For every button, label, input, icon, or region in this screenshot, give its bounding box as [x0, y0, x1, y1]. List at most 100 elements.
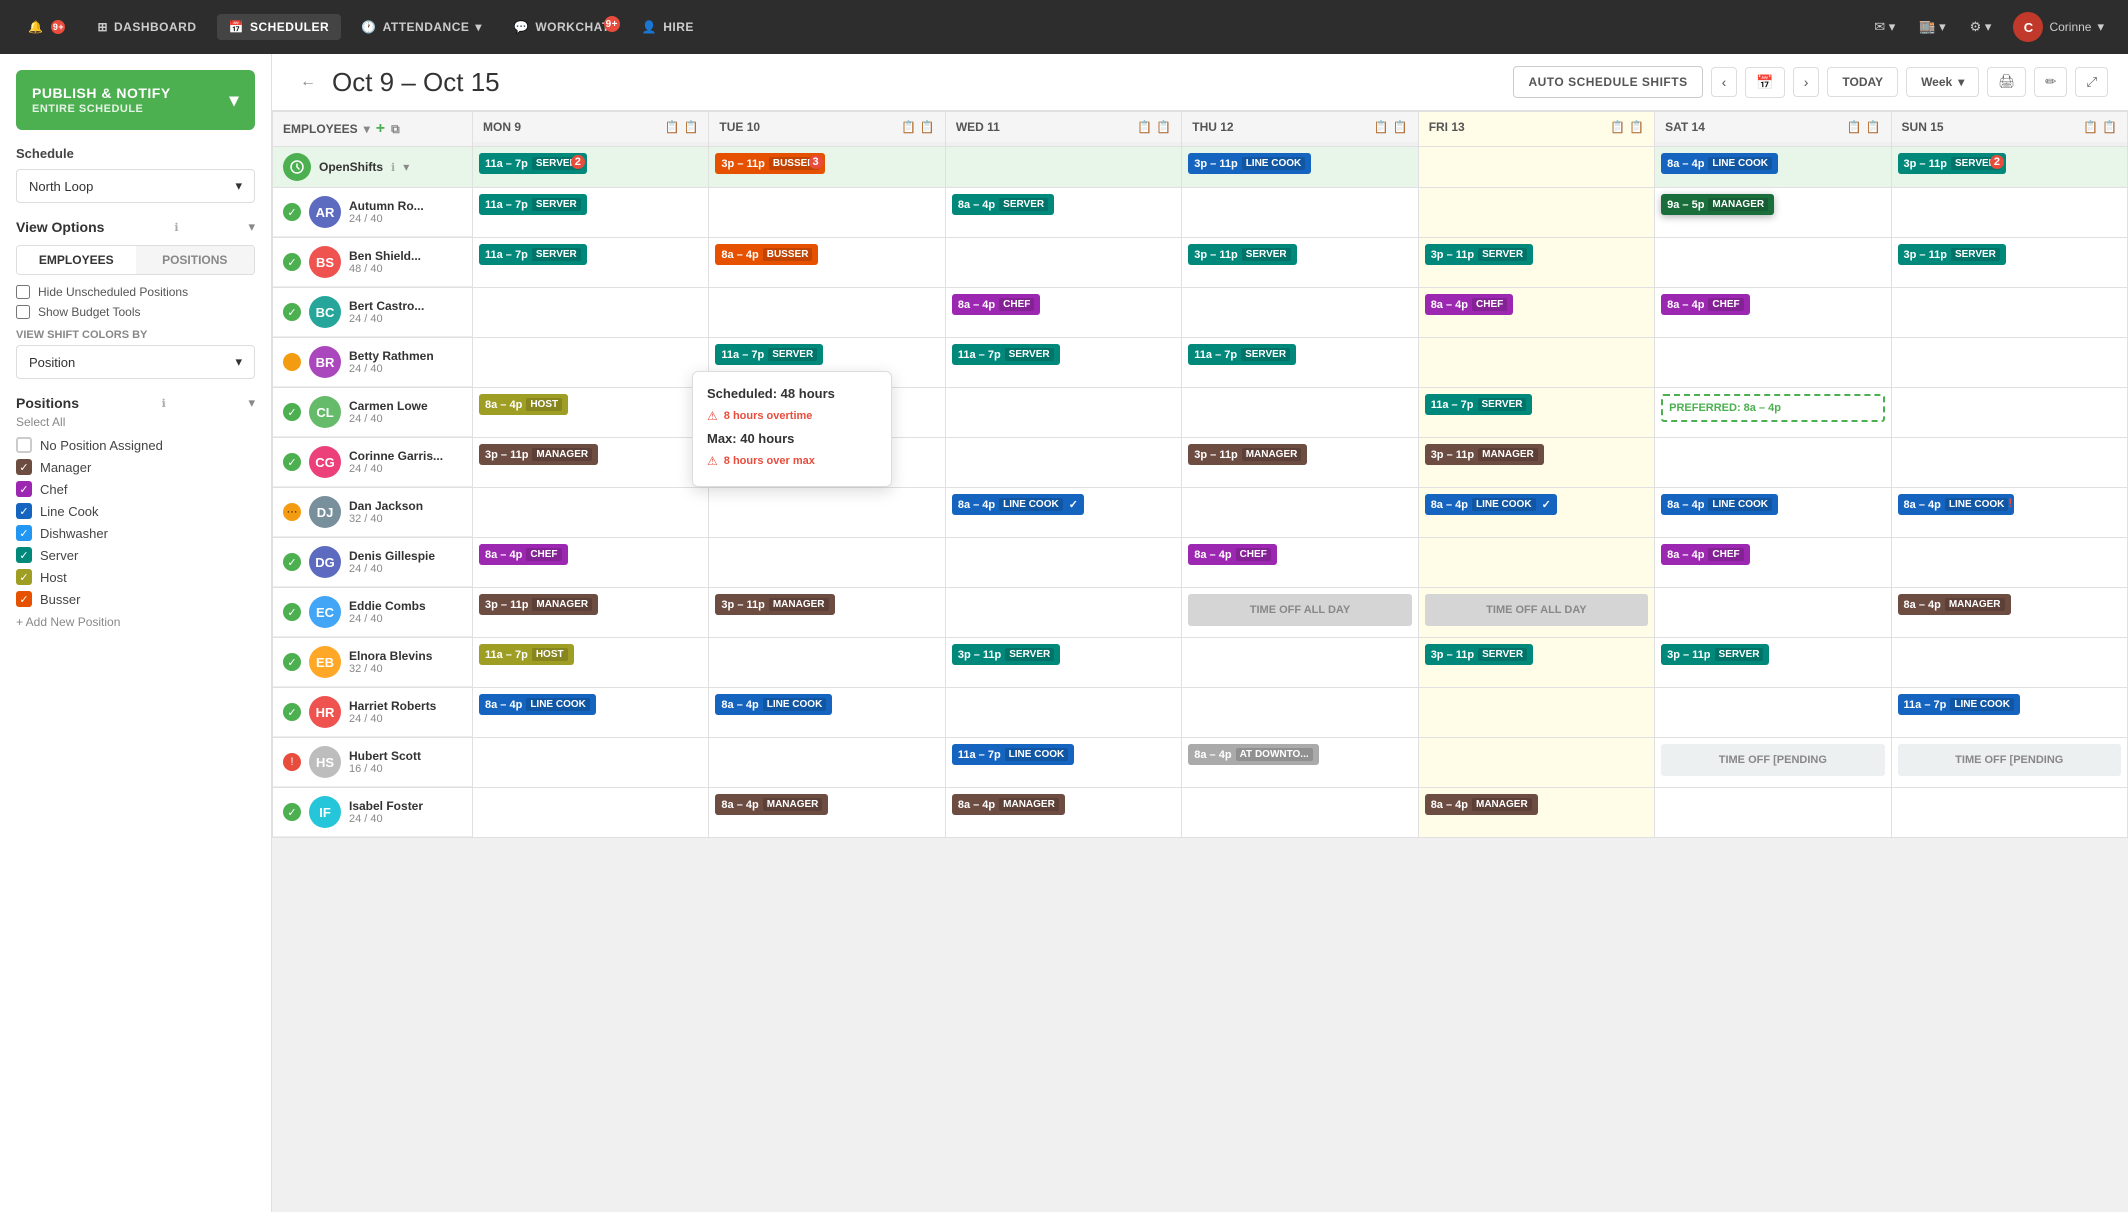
shift-chip[interactable]: 8a – 4p LINE COOK — [1661, 494, 1778, 515]
isabel-mon[interactable] — [473, 788, 709, 838]
position-manager[interactable]: ✓ Manager — [16, 459, 255, 475]
autumn-fri[interactable] — [1418, 188, 1654, 238]
shift-chip[interactable]: 3p – 11p MANAGER — [1425, 444, 1544, 465]
copy-day-icon[interactable]: 📋 — [665, 120, 680, 134]
prev-week-button[interactable]: ‹ — [1711, 67, 1738, 97]
manager-checkbox[interactable]: ✓ — [16, 459, 32, 475]
dishwasher-checkbox[interactable]: ✓ — [16, 525, 32, 541]
add-position-button[interactable]: + Add New Position — [16, 615, 255, 629]
bert-mon[interactable] — [473, 288, 709, 338]
shift-chip[interactable]: 11a – 7p SERVER — [1188, 344, 1296, 365]
line-cook-checkbox[interactable]: ✓ — [16, 503, 32, 519]
hire-nav[interactable]: 👤 HIRE — [630, 14, 706, 40]
ben-wed[interactable] — [945, 238, 1181, 288]
elnora-thu[interactable] — [1182, 638, 1418, 688]
position-dishwasher[interactable]: ✓ Dishwasher — [16, 525, 255, 541]
shift-chip[interactable]: 11a – 7p SERVER 2 — [479, 153, 587, 174]
corinne-fri[interactable]: 3p – 11p MANAGER — [1418, 438, 1654, 488]
shift-color-dropdown[interactable]: Position ▾ — [16, 345, 255, 379]
hubert-sun[interactable]: TIME OFF [PENDING — [1891, 738, 2127, 788]
dan-mon[interactable] — [473, 488, 709, 538]
add-day-icon[interactable]: 📋 — [1866, 120, 1881, 134]
shift-chip[interactable]: 3p – 11p SERVER — [952, 644, 1060, 665]
select-all-link[interactable]: Select All — [16, 415, 255, 429]
add-day-icon[interactable]: 📋 — [1393, 120, 1408, 134]
bert-sun[interactable] — [1891, 288, 2127, 338]
calendar-picker-button[interactable]: 📅 — [1745, 67, 1784, 98]
busser-checkbox[interactable]: ✓ — [16, 591, 32, 607]
dan-wed[interactable]: 8a – 4p LINE COOK ✓ — [945, 488, 1181, 538]
bert-thu[interactable] — [1182, 288, 1418, 338]
shift-chip[interactable]: 11a – 7p SERVER — [479, 194, 587, 215]
betty-mon[interactable] — [473, 338, 709, 388]
isabel-tue[interactable]: 8a – 4p MANAGER — [709, 788, 945, 838]
dan-sat[interactable]: 8a – 4p LINE COOK — [1655, 488, 1891, 538]
shift-chip[interactable]: 3p – 11p SERVER — [1425, 244, 1533, 265]
add-day-icon[interactable]: 📋 — [1156, 120, 1171, 134]
mail-btn[interactable]: ✉ ▾ — [1864, 13, 1905, 41]
shift-chip[interactable]: 3p – 11p MANAGER — [1188, 444, 1307, 465]
expand-button[interactable]: ⤢ — [2075, 67, 2108, 97]
shift-chip[interactable]: 11a – 7p SERVER — [479, 244, 587, 265]
bert-tue[interactable] — [709, 288, 945, 338]
chef-checkbox[interactable]: ✓ — [16, 481, 32, 497]
shift-chip[interactable]: 8a – 4p MANAGER — [715, 794, 828, 815]
denis-sat[interactable]: 8a – 4p CHEF — [1655, 538, 1891, 588]
shift-chip[interactable]: 11a – 7p SERVER — [952, 344, 1060, 365]
corinne-wed[interactable] — [945, 438, 1181, 488]
open-shifts-mon[interactable]: 11a – 7p SERVER 2 — [473, 147, 709, 188]
position-line-cook[interactable]: ✓ Line Cook — [16, 503, 255, 519]
betty-wed[interactable]: 11a – 7p SERVER — [945, 338, 1181, 388]
positions-toggle[interactable]: Positions ℹ ▾ — [16, 395, 255, 411]
server-checkbox[interactable]: ✓ — [16, 547, 32, 563]
carmen-fri[interactable]: 11a – 7p SERVER — [1418, 388, 1654, 438]
bert-fri[interactable]: 8a – 4p CHEF — [1418, 288, 1654, 338]
shift-chip[interactable]: 11a – 7p LINE COOK — [952, 744, 1074, 765]
shift-chip[interactable]: 8a – 4p MANAGER — [1425, 794, 1538, 815]
shift-chip[interactable]: 8a – 4p LINE COOK ! — [1898, 494, 2015, 515]
shift-chip[interactable]: 3p – 11p SERVER — [1661, 644, 1769, 665]
edit-button[interactable]: ✏ — [2034, 67, 2067, 97]
positions-tab[interactable]: POSITIONS — [136, 246, 255, 274]
view-options-toggle[interactable]: View Options ℹ ▾ — [16, 219, 255, 235]
shift-chip[interactable]: 3p – 11p SERVER — [1898, 244, 2006, 265]
shift-chip[interactable]: 3p – 11p SERVER — [1188, 244, 1296, 265]
shift-chip[interactable]: 3p – 11p SERVER — [1425, 644, 1533, 665]
add-employee-button[interactable]: + — [376, 120, 385, 138]
open-shifts-wed[interactable] — [945, 147, 1181, 188]
elnora-wed[interactable]: 3p – 11p SERVER — [945, 638, 1181, 688]
corinne-sat[interactable] — [1655, 438, 1891, 488]
harriet-thu[interactable] — [1182, 688, 1418, 738]
store-btn[interactable]: 🏬 ▾ — [1909, 13, 1955, 41]
open-shifts-sun[interactable]: 3p – 11p SERVER 2 — [1891, 147, 2127, 188]
shift-chip[interactable]: 8a – 4p AT DOWNTO... — [1188, 744, 1318, 765]
carmen-sat[interactable]: PREFERRED: 8a – 4p — [1655, 388, 1891, 438]
hubert-sat[interactable]: TIME OFF [PENDING — [1655, 738, 1891, 788]
copy-day-icon[interactable]: 📋 — [901, 120, 916, 134]
shift-chip[interactable]: 11a – 7p SERVER — [1425, 394, 1533, 415]
location-dropdown[interactable]: North Loop ▾ — [16, 169, 255, 203]
open-shifts-fri[interactable] — [1418, 147, 1654, 188]
harriet-sun[interactable]: 11a – 7p LINE COOK — [1891, 688, 2127, 738]
shift-chip[interactable]: 3p – 11p MANAGER — [715, 594, 834, 615]
hide-unscheduled-checkbox[interactable]: Hide Unscheduled Positions — [16, 285, 255, 299]
copy-day-icon[interactable]: 📋 — [2083, 120, 2098, 134]
eddie-wed[interactable] — [945, 588, 1181, 638]
shift-chip[interactable]: 3p – 11p LINE COOK — [1188, 153, 1311, 174]
shift-chip[interactable]: 11a – 7p SERVER — [715, 344, 823, 365]
betty-sat[interactable] — [1655, 338, 1891, 388]
isabel-sun[interactable] — [1891, 788, 2127, 838]
week-view-dropdown[interactable]: Week ▾ — [1906, 67, 1979, 97]
position-server[interactable]: ✓ Server — [16, 547, 255, 563]
copy-day-icon[interactable]: 📋 — [1137, 120, 1152, 134]
publish-notify-button[interactable]: PUBLISH & NOTIFY ENTIRE SCHEDULE ▾ — [16, 70, 255, 130]
elnora-sun[interactable] — [1891, 638, 2127, 688]
denis-sun[interactable] — [1891, 538, 2127, 588]
copy-button[interactable]: ⧉ — [391, 122, 400, 137]
shift-chip[interactable]: 8a – 4p LINE COOK ✓ — [952, 494, 1084, 515]
isabel-fri[interactable]: 8a – 4p MANAGER — [1418, 788, 1654, 838]
elnora-tue[interactable] — [709, 638, 945, 688]
shift-chip[interactable]: 8a – 4p LINE COOK — [1661, 153, 1778, 174]
denis-wed[interactable] — [945, 538, 1181, 588]
shift-chip[interactable]: 8a – 4p CHEF — [1425, 294, 1514, 315]
